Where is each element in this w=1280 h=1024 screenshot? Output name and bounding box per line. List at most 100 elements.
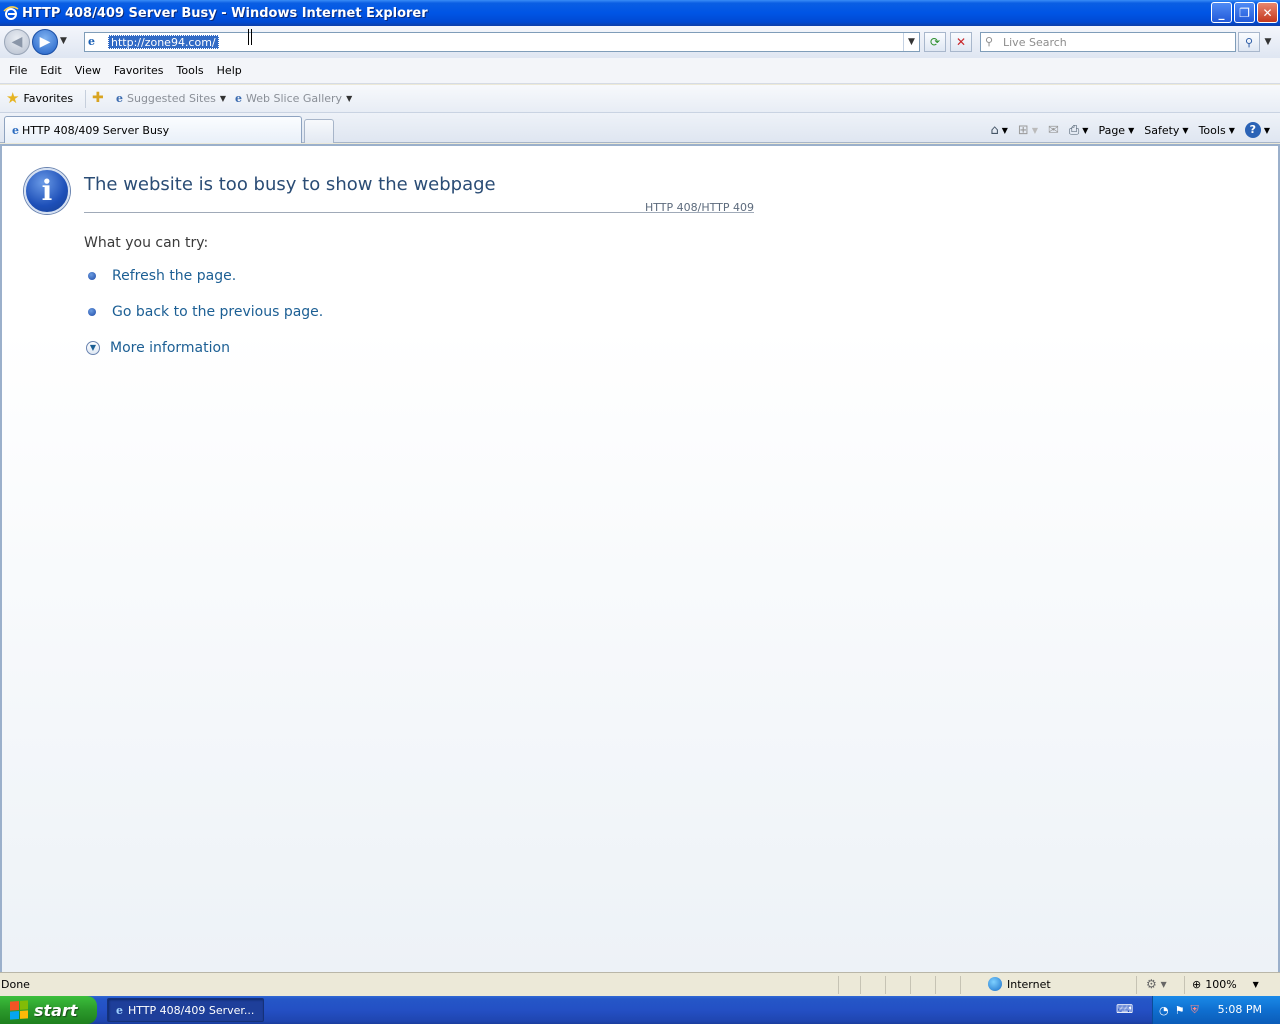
help-button[interactable]: ? ▼	[1244, 122, 1270, 138]
search-input[interactable]: ⚲ Live Search	[980, 32, 1236, 52]
favorites-bar: ★ Favorites ✚ e Suggested Sites ▼ e Web …	[0, 85, 1280, 113]
maximize-button[interactable]: ❐	[1234, 2, 1255, 23]
home-icon: ⌂	[990, 122, 999, 138]
network-icon[interactable]: ◔	[1159, 1004, 1169, 1017]
tab-active[interactable]: e HTTP 408/409 Server Busy	[4, 116, 302, 143]
zoom-level: 100%	[1205, 978, 1237, 991]
back-icon: ◀	[11, 34, 23, 50]
ie-logo-icon: e	[12, 123, 19, 137]
safety-menu[interactable]: Safety ▼	[1144, 124, 1188, 137]
feeds-button[interactable]: ⊞ ▼	[1018, 123, 1038, 138]
address-dropdown-icon[interactable]: ▼	[903, 33, 919, 51]
shield-icon[interactable]: ⛨	[1190, 1003, 1198, 1017]
status-text: Done	[1, 978, 30, 991]
bullet-icon	[88, 308, 96, 316]
divider	[1136, 976, 1137, 994]
start-button[interactable]: start	[0, 996, 97, 1024]
mail-icon: ✉	[1047, 122, 1059, 138]
address-bar[interactable]: e http://zone94.com/ ▼	[84, 32, 920, 52]
tab-title: HTTP 408/409 Server Busy	[22, 123, 170, 137]
search-placeholder: Live Search	[1003, 36, 1067, 49]
more-information-link[interactable]: ▼ More information	[86, 340, 230, 356]
favorites-label: Favorites	[23, 92, 74, 105]
menu-edit[interactable]: Edit	[40, 64, 61, 77]
try-label: What you can try:	[84, 235, 209, 251]
stop-button[interactable]: ✕	[950, 32, 972, 52]
page-menu-label: Page	[1098, 123, 1126, 137]
ie-logo-icon	[3, 5, 19, 21]
recent-pages-dropdown[interactable]: ▼	[60, 36, 67, 46]
search-provider-icon: ⚲	[985, 35, 994, 48]
refresh-page-link[interactable]: Refresh the page.	[88, 268, 236, 284]
keyboard-icon[interactable]: ⌨	[1116, 1002, 1133, 1016]
search-options-dropdown[interactable]: ▼	[1262, 32, 1274, 52]
refresh-icon: ⟳	[929, 35, 941, 49]
menu-favorites[interactable]: Favorites	[114, 64, 164, 77]
mail-button[interactable]: ✉	[1048, 123, 1059, 138]
add-favorite-icon[interactable]: ✚	[92, 90, 104, 106]
ie-page-icon: e	[116, 92, 123, 105]
minimize-button[interactable]: _	[1211, 2, 1232, 23]
chevron-down-icon: ▼	[346, 94, 353, 103]
suggested-sites-link[interactable]: e Suggested Sites ▼	[116, 92, 226, 105]
zoom-control[interactable]: ⊕ 100% ▼	[1192, 978, 1259, 991]
divider	[910, 976, 911, 994]
back-button[interactable]: ◀	[4, 29, 30, 55]
taskbar-item-label: HTTP 408/409 Server...	[128, 1003, 255, 1017]
new-tab-button[interactable]	[304, 119, 334, 143]
refresh-button[interactable]: ⟳	[924, 32, 946, 52]
chevron-down-icon: ▼	[219, 94, 226, 103]
windows-flag-icon	[10, 1000, 28, 1020]
help-icon: ?	[1244, 122, 1261, 138]
divider	[838, 976, 839, 994]
info-icon: i	[24, 168, 70, 214]
favorites-button[interactable]: ★ Favorites	[6, 91, 73, 106]
divider	[1184, 976, 1185, 994]
safety-menu-label: Safety	[1144, 123, 1180, 137]
status-bar: Done Internet ⚙ ▾ ⊕ 100% ▼	[0, 972, 1280, 996]
page-menu[interactable]: Page ▼	[1098, 124, 1134, 137]
divider	[935, 976, 936, 994]
print-button[interactable]: ⎙ ▼	[1069, 123, 1089, 138]
menu-help[interactable]: Help	[217, 64, 242, 77]
go-back-label: Go back to the previous page.	[112, 304, 324, 320]
security-icon[interactable]: ⚑	[1175, 1004, 1185, 1017]
web-slice-gallery-link[interactable]: e Web Slice Gallery ▼	[235, 92, 352, 105]
address-url[interactable]: http://zone94.com/	[108, 35, 219, 49]
menu-tools[interactable]: Tools	[177, 64, 204, 77]
expand-icon: ▼	[86, 341, 100, 355]
go-back-link[interactable]: Go back to the previous page.	[88, 304, 323, 320]
taskbar-item-ie[interactable]: e HTTP 408/409 Server...	[107, 998, 264, 1022]
clock: 5:08 PM	[1217, 1003, 1262, 1016]
security-zone[interactable]: Internet	[988, 977, 1051, 991]
search-button[interactable]: ⚲	[1238, 32, 1260, 52]
protected-mode-icon[interactable]: ⚙ ▾	[1146, 977, 1167, 991]
tab-bar: e HTTP 408/409 Server Busy ⌂ ▼ ⊞ ▼ ✉ ⎙ ▼ Pa…	[0, 113, 1280, 143]
bullet-icon	[88, 272, 96, 280]
web-slice-gallery-label: Web Slice Gallery	[246, 92, 343, 105]
menu-view[interactable]: View	[75, 64, 101, 77]
menu-bar: File Edit View Favorites Tools Help	[0, 58, 1280, 84]
system-tray: ◔ ⚑ ⛨ 5:08 PM	[1152, 996, 1280, 1024]
window-title: HTTP 408/409 Server Busy - Windows Inter…	[22, 5, 428, 21]
divider	[860, 976, 861, 994]
stop-icon: ✕	[955, 35, 967, 49]
refresh-page-label: Refresh the page.	[112, 268, 237, 284]
ie-logo-icon: e	[116, 1003, 123, 1017]
menu-file[interactable]: File	[9, 64, 27, 77]
forward-button[interactable]: ▶	[32, 29, 58, 55]
chevron-down-icon: ▼	[1252, 980, 1259, 989]
feeds-icon: ⊞	[1017, 122, 1029, 138]
taskbar: start e HTTP 408/409 Server... ⌨ ◔ ⚑ ⛨ 5…	[0, 996, 1280, 1024]
forward-icon: ▶	[39, 34, 51, 50]
page-content: i The website is too busy to show the we…	[0, 144, 1280, 972]
divider	[960, 976, 961, 994]
suggested-sites-label: Suggested Sites	[127, 92, 216, 105]
home-button[interactable]: ⌂ ▼	[990, 123, 1007, 138]
zoom-icon: ⊕	[1192, 978, 1202, 991]
close-button[interactable]: ✕	[1257, 2, 1278, 23]
page-icon: e	[88, 35, 95, 48]
text-cursor	[248, 29, 252, 45]
tools-menu[interactable]: Tools ▼	[1199, 124, 1235, 137]
print-icon: ⎙	[1068, 122, 1080, 138]
